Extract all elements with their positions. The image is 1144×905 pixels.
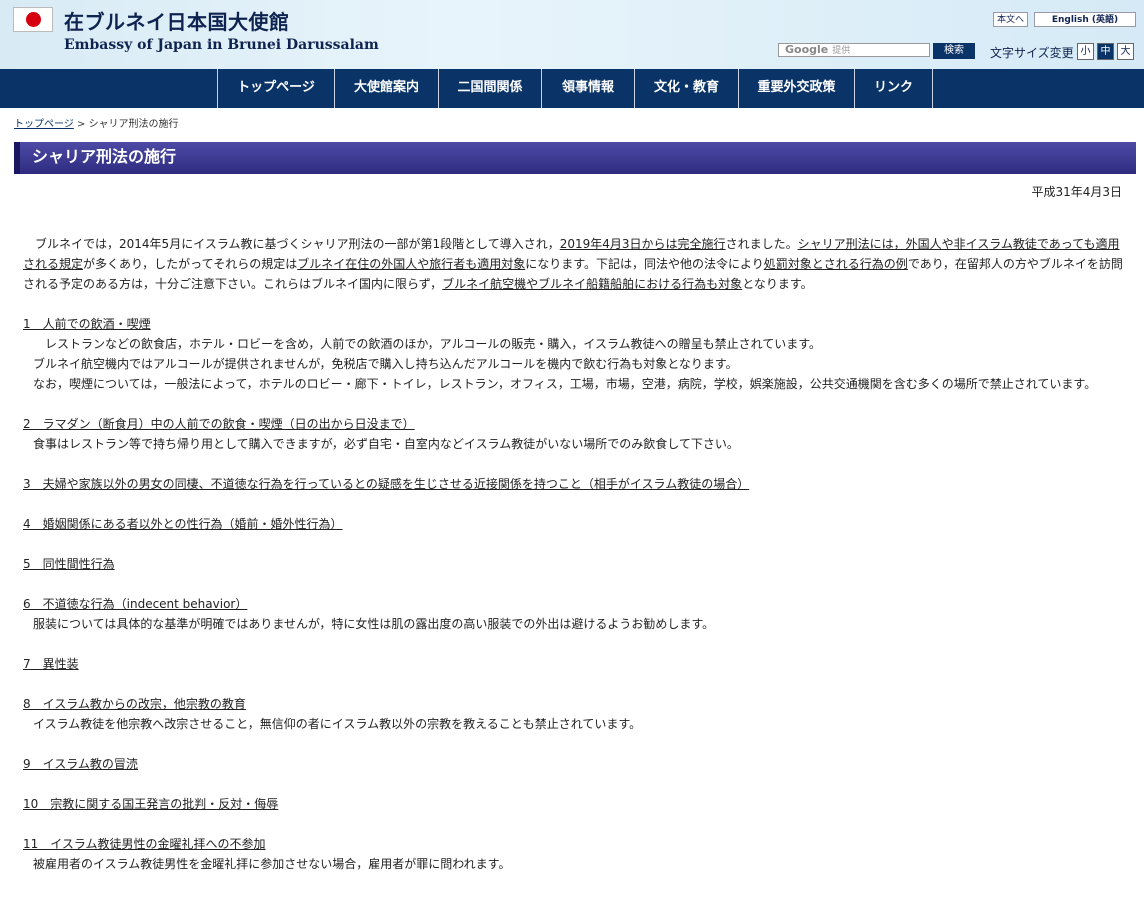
breadcrumb-separator: > — [73, 119, 89, 130]
section-item: 11 イスラム教徒男性の金曜礼拝への不参加被雇用者のイスラム教徒男性を金曜礼拝に… — [23, 834, 1125, 874]
google-logo: Google — [785, 43, 829, 56]
section-heading: 1 人前での飲酒・喫煙 — [23, 317, 151, 331]
nav-item-consular[interactable]: 領事情報 — [541, 69, 634, 108]
breadcrumb-home-link[interactable]: トップページ — [14, 119, 74, 130]
section-item: 4 婚姻関係にある者以外との性行為（婚前・婚外性行為） — [23, 514, 1125, 534]
main-content: ブルネイでは，2014年5月にイスラム教に基づくシャリア刑法の一部が第1段階とし… — [23, 234, 1125, 874]
fontsize-medium-button[interactable]: 中 — [1097, 43, 1114, 60]
search-input[interactable]: Google 提供 — [778, 43, 930, 57]
intro-underlined: 2019年4月3日からは完全施行 — [559, 237, 726, 251]
section-heading: 10 宗教に関する国王発言の批判・反対・侮辱 — [23, 797, 279, 811]
fontsize-large-button[interactable]: 大 — [1117, 43, 1134, 60]
japan-flag-icon — [13, 7, 53, 32]
intro-text: されました。 — [725, 237, 798, 251]
search-placeholder: 提供 — [832, 46, 851, 56]
fontsize-label: 文字サイズ変更 — [990, 46, 1074, 60]
intro-underlined: 処罰対象とされる行為の例 — [763, 257, 908, 271]
intro-underlined: ブルネイ在住の外国人や旅行者も適用対象 — [297, 257, 526, 271]
section-text: レストランなどの飲食店，ホテル・ロビーを含め，人前での飲酒のほか，アルコールの販… — [33, 337, 822, 351]
section-heading: 2 ラマダン（断食月）中の人前での飲食・喫煙（日の出から日没まで） — [23, 417, 415, 431]
section-heading: 5 同性間性行為 — [23, 557, 115, 571]
section-heading: 9 イスラム教の冒涜 — [23, 757, 138, 771]
section-heading: 3 夫婦や家族以外の男女の同棲、不道徳な行為を行っているとの疑感を生じさせる近接… — [23, 477, 750, 491]
section-heading: 4 婚姻関係にある者以外との性行為（婚前・婚外性行為） — [23, 517, 343, 531]
section-text: ブルネイ航空機内ではアルコールが提供されませんが，免税店で購入し持ち込んだアルコ… — [33, 357, 738, 371]
section-heading: 6 不道徳な行為（indecent behavior） — [23, 597, 248, 611]
intro-paragraph: ブルネイでは，2014年5月にイスラム教に基づくシャリア刑法の一部が第1段階とし… — [23, 234, 1125, 294]
nav-item-bilateral[interactable]: 二国間関係 — [438, 69, 541, 108]
section-heading: 11 イスラム教徒男性の金曜礼拝への不参加 — [23, 837, 266, 851]
nav-item-top[interactable]: トップページ — [217, 69, 334, 108]
page-title: シャリア刑法の施行 — [14, 142, 1136, 174]
site-title-ja[interactable]: 在ブルネイ日本国大使館 — [64, 6, 290, 35]
section-item: 5 同性間性行為 — [23, 554, 1125, 574]
section-item: 6 不道徳な行為（indecent behavior） 服装については具体的な基準… — [23, 594, 1125, 634]
nav-item-policy[interactable]: 重要外交政策 — [738, 69, 854, 108]
section-heading: 7 異性装 — [23, 657, 79, 671]
intro-text: となります。 — [742, 277, 813, 291]
breadcrumb: トップページ > シャリア刑法の施行 — [14, 115, 179, 130]
sections-list: 1 人前での飲酒・喫煙 レストランなどの飲食店，ホテル・ロビーを含め，人前での飲… — [23, 314, 1125, 874]
section-item: 10 宗教に関する国王発言の批判・反対・侮辱 — [23, 794, 1125, 814]
section-item: 2 ラマダン（断食月）中の人前での飲食・喫煙（日の出から日没まで） 食事はレストラ… — [23, 414, 1125, 454]
section-item: 9 イスラム教の冒涜 — [23, 754, 1125, 774]
site-title-en[interactable]: Embassy of Japan in Brunei Darussalam — [64, 37, 379, 53]
nav-item-culture[interactable]: 文化・教育 — [634, 69, 738, 108]
section-text: イスラム教徒を他宗教へ改宗させること，無信仰の者にイスラム教以外の宗教を教えるこ… — [33, 717, 642, 731]
nav-item-embassy[interactable]: 大使館案内 — [334, 69, 438, 108]
nav-item-links[interactable]: リンク — [854, 69, 933, 108]
english-link[interactable]: English (英語) — [1034, 12, 1136, 27]
section-item: 8 イスラム教からの改宗，他宗教の教育イスラム教徒を他宗教へ改宗させること，無信… — [23, 694, 1125, 734]
global-nav: トップページ 大使館案内 二国間関係 領事情報 文化・教育 重要外交政策 リンク — [0, 69, 1144, 108]
intro-text: ブルネイでは，2014年5月にイスラム教に基づくシャリア刑法の一部が第1段階とし… — [35, 237, 560, 251]
intro-underlined: ブルネイ航空機やブルネイ船籍船舶における行為も対象 — [442, 277, 743, 291]
intro-text: が多くあり，したがってそれらの規定は — [83, 257, 298, 271]
section-text: 被雇用者のイスラム教徒男性を金曜礼拝に参加させない場合，雇用者が罪に問われます。 — [33, 857, 511, 871]
search-button[interactable]: 検索 — [933, 43, 975, 59]
intro-text: になります。下記は，同法や他の法令により — [525, 257, 764, 271]
site-header: 在ブルネイ日本国大使館 Embassy of Japan in Brunei D… — [0, 0, 1144, 69]
section-text: なお，喫煙については，一般法によって，ホテルのロビー・廊下・トイレ，レストラン，… — [33, 377, 1097, 391]
section-text: 食事はレストラン等で持ち帰り用として購入できますが，必ず自宅・自室内などイスラム… — [33, 437, 739, 451]
breadcrumb-current: シャリア刑法の施行 — [88, 119, 179, 130]
section-heading: 8 イスラム教からの改宗，他宗教の教育 — [23, 697, 246, 711]
section-item: 3 夫婦や家族以外の男女の同棲、不道徳な行為を行っているとの疑感を生じさせる近接… — [23, 474, 1125, 494]
section-item: 1 人前での飲酒・喫煙 レストランなどの飲食店，ホテル・ロビーを含め，人前での飲… — [23, 314, 1125, 394]
fontsize-small-button[interactable]: 小 — [1077, 43, 1094, 60]
publish-date: 平成31年4月3日 — [1031, 185, 1122, 199]
section-text: 服装については具体的な基準が明確ではありませんが，特に女性は肌の露出度の高い服装… — [33, 617, 715, 631]
section-item: 7 異性装 — [23, 654, 1125, 674]
skip-to-content-link[interactable]: 本文へ — [993, 12, 1028, 27]
